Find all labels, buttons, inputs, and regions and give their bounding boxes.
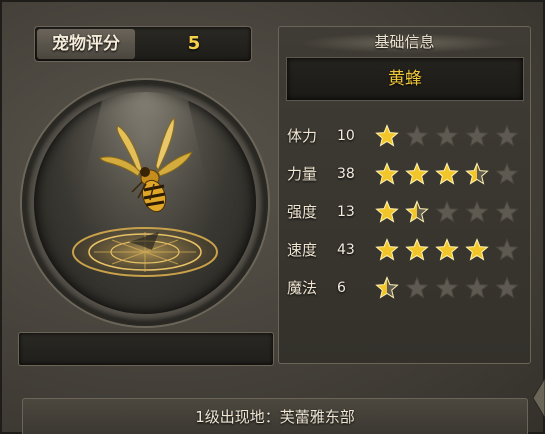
stat-row-speed: 速度 43 <box>287 235 527 265</box>
stat-name: 强度 <box>287 203 318 221</box>
star-full-icon <box>465 238 489 261</box>
star-empty-icon <box>435 276 459 299</box>
stat-value: 38 <box>337 166 355 182</box>
stat-name: 速度 <box>287 241 318 259</box>
pet-name: 黄蜂 <box>286 57 524 101</box>
star-empty-icon <box>465 200 489 223</box>
stat-row-toughness: 强度 13 <box>287 197 527 227</box>
stat-row-magic: 魔法 6 <box>287 273 527 303</box>
star-empty-icon <box>405 276 429 299</box>
stat-value: 43 <box>337 242 355 258</box>
stat-row-strength: 力量 38 <box>287 159 527 189</box>
star-empty-icon <box>465 276 489 299</box>
stat-value: 13 <box>337 204 355 220</box>
star-half-icon <box>465 162 489 185</box>
basic-info-panel: 基础信息 黄蜂 体力 10 力量 38 强度 13 速度 43 魔法 6 <box>278 26 531 364</box>
stat-name: 魔法 <box>287 279 318 297</box>
star-full-icon <box>405 238 429 261</box>
star-empty-icon <box>495 276 519 299</box>
basic-info-title: 基础信息 <box>374 33 435 51</box>
hornet-image <box>66 92 224 277</box>
star-empty-icon <box>465 124 489 147</box>
pet-score-value: 5 <box>187 33 201 54</box>
star-full-icon <box>375 200 399 223</box>
star-half-icon <box>375 276 399 299</box>
stat-value: 6 <box>337 280 346 296</box>
star-empty-icon <box>495 124 519 147</box>
star-half-icon <box>405 200 429 223</box>
stat-name: 体力 <box>287 127 318 145</box>
expand-arrow-icon[interactable] <box>533 378 545 418</box>
star-full-icon <box>375 162 399 185</box>
star-empty-icon <box>495 238 519 261</box>
star-full-icon <box>405 162 429 185</box>
star-empty-icon <box>435 124 459 147</box>
star-full-icon <box>435 238 459 261</box>
pet-score-panel: 宠物评分 5 <box>34 26 252 62</box>
star-empty-icon <box>495 162 519 185</box>
pet-portrait: 7 3 <box>34 92 256 314</box>
star-full-icon <box>375 238 399 261</box>
stat-row-stamina: 体力 10 <box>287 121 527 151</box>
star-empty-icon <box>405 124 429 147</box>
stat-name: 力量 <box>287 165 318 183</box>
star-empty-icon <box>435 200 459 223</box>
star-empty-icon <box>495 200 519 223</box>
star-full-icon <box>375 124 399 147</box>
pet-score-label: 宠物评分 <box>37 29 135 59</box>
pet-name-input-slot[interactable] <box>18 332 274 366</box>
star-full-icon <box>435 162 459 185</box>
spawn-location-bar: 1级出现地：芙蕾雅东部 <box>22 398 528 434</box>
stat-value: 10 <box>337 128 355 144</box>
